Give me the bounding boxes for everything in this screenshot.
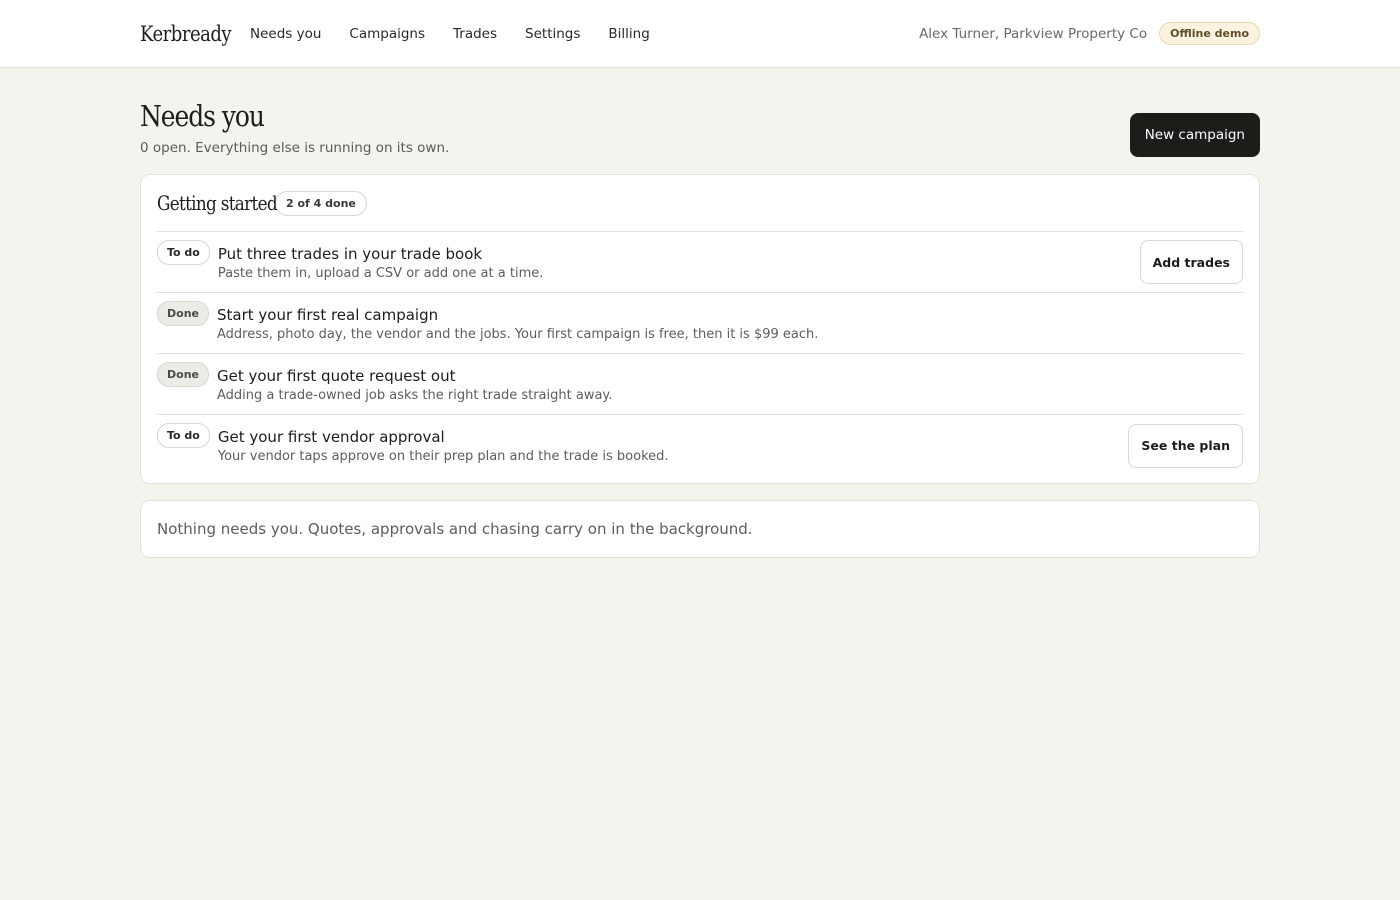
nav-link-trades[interactable]: Trades [453,26,497,42]
offline-demo-badge: Offline demo [1159,22,1260,45]
task-text: Put three trades in your trade book Past… [218,244,1140,281]
getting-started-title: Getting started [157,191,278,215]
page-subtitle: 0 open. Everything else is running on it… [140,140,450,156]
task-row: To do Put three trades in your trade boo… [157,232,1243,293]
new-campaign-button[interactable]: New campaign [1129,113,1260,157]
getting-started-header: Getting started 2 of 4 done [157,175,1243,232]
brand-logo[interactable]: Kerbready [140,22,232,46]
nothing-needs-you-notice: Nothing needs you. Quotes, approvals and… [140,500,1260,558]
page-title: Needs you [140,99,265,133]
see-the-plan-button[interactable]: See the plan [1128,423,1243,468]
task-description: Your vendor taps approve on their prep p… [217,449,669,464]
top-navigation-bar: Kerbready Needs you Campaigns Trades Set… [0,0,1400,68]
task-title: Start your first real campaign [216,305,439,324]
task-text: Get your first vendor approval Your vend… [218,427,1129,464]
account-name: Alex Turner, Parkview Property Co [919,25,1148,42]
status-badge: Done [157,362,209,387]
page-header: Needs you 0 open. Everything else is run… [140,68,1260,174]
getting-started-card: Getting started 2 of 4 done To do Put th… [140,174,1260,484]
status-badge: To do [157,240,210,265]
task-description: Adding a trade-owned job asks the right … [216,387,613,403]
main-nav: Needs you Campaigns Trades Settings Bill… [250,26,650,42]
task-row: To do Get your first vendor approval You… [157,415,1243,476]
page-heading-group: Needs you 0 open. Everything else is run… [140,98,449,156]
task-text: Get your first quote request out Adding … [217,366,1243,403]
task-description: Address, photo day, the vendor and the j… [216,326,819,342]
nav-link-settings[interactable]: Settings [525,26,580,42]
nav-link-campaigns[interactable]: Campaigns [349,26,425,42]
progress-badge: 2 of 4 done [275,190,367,216]
task-title: Get your first vendor approval [217,428,445,446]
add-trades-button[interactable]: Add trades [1139,240,1243,284]
status-badge: Done [157,301,209,326]
nav-link-needs-you[interactable]: Needs you [250,26,321,42]
task-title: Get your first quote request out [216,366,456,385]
task-title: Put three trades in your trade book [217,244,483,263]
status-badge: To do [157,423,210,448]
main-content: Needs you 0 open. Everything else is run… [140,68,1260,558]
top-navigation-inner: Kerbready Needs you Campaigns Trades Set… [140,22,1260,46]
task-row: Done Start your first real campaign Addr… [157,293,1243,354]
task-text: Start your first real campaign Address, … [217,305,1243,342]
notice-text: Nothing needs you. Quotes, approvals and… [157,520,753,538]
nav-link-billing[interactable]: Billing [608,26,649,42]
task-description: Paste them in, upload a CSV or add one a… [217,265,544,281]
task-row: Done Get your first quote request out Ad… [157,354,1243,415]
